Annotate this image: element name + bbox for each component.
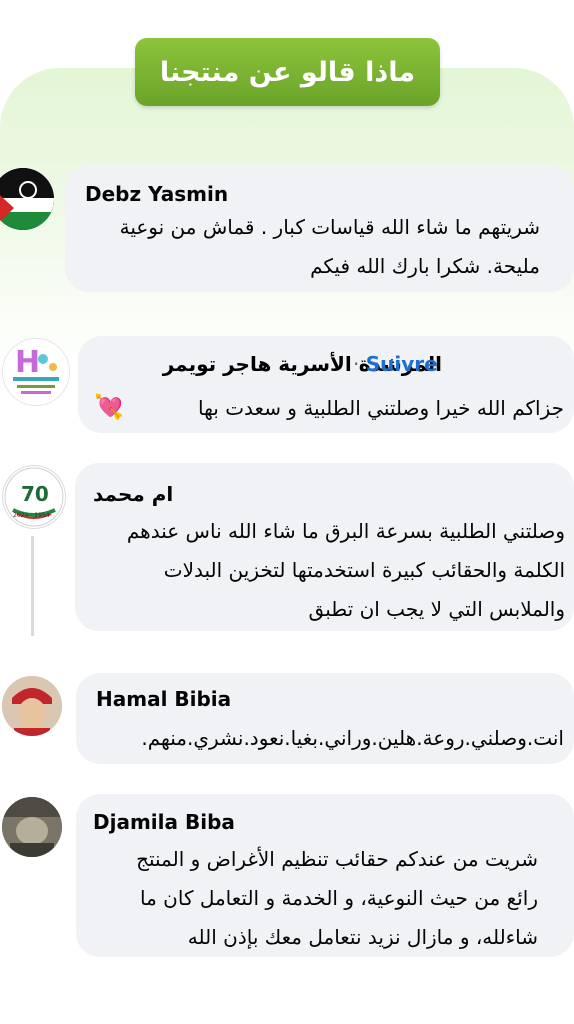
comment-author[interactable]: ام محمد [93,482,173,506]
profile-photo-icon [2,797,62,857]
avatar[interactable]: H [2,338,70,406]
comment-author[interactable]: Hamal Bibia [96,687,231,711]
comment-author[interactable]: Djamila Biba [93,810,235,834]
comment-line: شريت من عندكم حقائب تنظيم الأغراض و المن… [136,847,538,871]
avatar[interactable] [2,676,62,736]
anniversary-years: 2024 - 1954 [13,512,50,519]
follow-row: · Suivre [353,352,438,376]
comment-line: الكلمة والحقائب كبيرة استخدمتها لتخزين ا… [163,558,565,582]
section-title-text: ماذا قالو عن منتجنا [159,56,416,88]
heart-arrow-emoji: 💘 [94,393,124,421]
section-title: ماذا قالو عن منتجنا [135,38,440,106]
avatar[interactable]: 70 2024 - 1954 [2,465,66,529]
follow-button[interactable]: Suivre [366,352,438,376]
anniversary-number: 70 [21,482,49,506]
logo-icon [13,354,59,394]
comment-line: رائع من حيث النوعية، و الخدمة و التعامل … [140,886,538,910]
comment-line: جزاكم الله خيرا وصلتني الطلبية و سعدت به… [197,396,564,420]
comment-author[interactable]: Debz Yasmin [85,182,228,206]
comment-line: مليحة. شكرا بارك الله فيكم [310,254,540,278]
avatar[interactable] [2,797,62,857]
comment-line: شاءلله، و مازال نزيد نتعامل معك بإذن الل… [187,925,538,949]
comment-line: شريتهم ما شاء الله قياسات كبار . قماش من… [119,215,540,239]
comment-line: وصلتني الطلبية بسرعة البرق ما شاء الله ن… [126,519,565,543]
separator-dot: · [353,352,360,376]
comment-line: والملابس التي لا يجب ان تطبق [308,597,565,621]
comment-line: انت.وصلني.روعة.هلين.وراني.بغيا.نعود.نشري… [141,726,564,750]
thread-line [31,536,34,636]
profile-photo-icon [2,676,62,736]
